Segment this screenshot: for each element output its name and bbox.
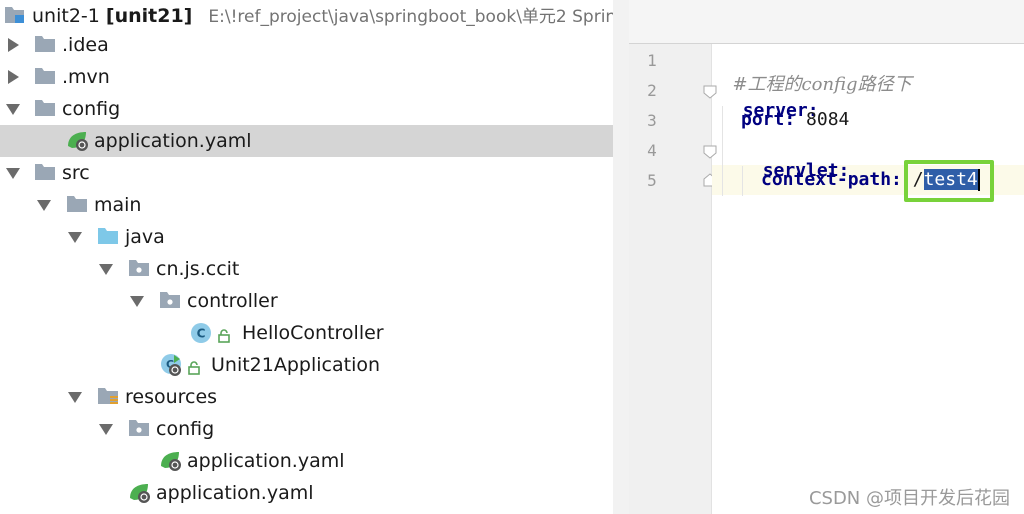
collapse-arrow-icon[interactable] bbox=[37, 200, 51, 211]
collapse-arrow-icon[interactable] bbox=[130, 296, 144, 307]
expand-arrow-icon[interactable] bbox=[8, 38, 19, 52]
collapse-arrow-icon[interactable] bbox=[6, 104, 20, 115]
package-icon bbox=[159, 291, 181, 314]
tree-item-resources-application-yaml[interactable]: application.yaml bbox=[0, 477, 613, 509]
tree-item-hello-controller[interactable]: C HelloController bbox=[0, 317, 613, 349]
tree-item-label: application.yaml bbox=[187, 450, 345, 472]
tree-item-src[interactable]: src bbox=[0, 157, 613, 189]
tree-item-resources-config[interactable]: config bbox=[0, 413, 613, 445]
editor-tab-bar bbox=[629, 0, 1024, 44]
class-icon: C bbox=[190, 322, 212, 349]
folder-icon bbox=[66, 195, 88, 218]
module-icon bbox=[4, 5, 26, 30]
line-number: 3 bbox=[647, 111, 657, 130]
tree-item-label: .mvn bbox=[62, 66, 110, 88]
line-number: 5 bbox=[647, 171, 657, 190]
package-icon bbox=[128, 419, 150, 442]
editor-gutter: 1 2 3 4 5 bbox=[629, 44, 712, 514]
module-name: [unit21] bbox=[105, 4, 193, 27]
fold-marker-icon[interactable] bbox=[703, 144, 717, 159]
watermark: CSDN @项目开发后花园 bbox=[808, 488, 1010, 509]
tree-item-java[interactable]: java bbox=[0, 221, 613, 253]
project-name: unit2-1 bbox=[32, 4, 100, 27]
project-path: E:\!ref_project\java\springboot_book\单元2… bbox=[208, 6, 613, 27]
tree-item-label: resources bbox=[125, 386, 218, 408]
tree-item-package-cn-js-ccit[interactable]: cn.js.ccit bbox=[0, 253, 613, 285]
tree-item-label: Unit21Application bbox=[211, 354, 381, 376]
collapse-arrow-icon[interactable] bbox=[6, 168, 20, 179]
yaml-value-port: 8084 bbox=[806, 109, 850, 130]
tree-item-label: main bbox=[94, 194, 142, 216]
tree-item-label: java bbox=[125, 226, 165, 248]
yaml-key-port: port: bbox=[741, 109, 796, 130]
spring-yaml-icon bbox=[128, 482, 152, 509]
spring-boot-class-icon: C bbox=[160, 353, 184, 382]
spring-yaml-icon bbox=[159, 450, 183, 477]
collapse-arrow-icon[interactable] bbox=[68, 232, 82, 243]
line-number: 1 bbox=[647, 51, 657, 70]
tree-item-idea[interactable]: .idea bbox=[0, 29, 613, 61]
folder-icon bbox=[34, 99, 56, 122]
tree-item-label: src bbox=[62, 162, 90, 184]
line-number: 4 bbox=[647, 141, 657, 160]
tree-item-application-yaml-selected[interactable]: application.yaml bbox=[0, 125, 613, 157]
panel-splitter[interactable] bbox=[613, 0, 630, 514]
folder-icon bbox=[34, 35, 56, 58]
svg-text:C: C bbox=[197, 327, 206, 341]
tree-item-label: config bbox=[62, 98, 121, 120]
project-root-row[interactable]: unit2-1 [unit21] E:\!ref_project\java\sp… bbox=[0, 0, 613, 30]
tree-item-main[interactable]: main bbox=[0, 189, 613, 221]
tree-item-label: .idea bbox=[62, 34, 109, 56]
fold-marker-icon[interactable] bbox=[703, 84, 717, 99]
collapse-arrow-icon[interactable] bbox=[99, 264, 113, 275]
collapse-arrow-icon[interactable] bbox=[99, 424, 113, 435]
tree-item-label: controller bbox=[187, 290, 278, 312]
tree-item-config[interactable]: config bbox=[0, 93, 613, 125]
spring-yaml-icon bbox=[66, 130, 90, 157]
collapse-arrow-icon[interactable] bbox=[68, 392, 82, 403]
tree-item-mvn[interactable]: .mvn bbox=[0, 61, 613, 93]
folder-icon bbox=[34, 163, 56, 186]
access-unlocked-icon bbox=[217, 326, 231, 348]
expand-arrow-icon[interactable] bbox=[8, 70, 19, 84]
tree-item-label: HelloController bbox=[242, 322, 384, 344]
tree-item-label: application.yaml bbox=[94, 130, 252, 152]
tree-item-label: cn.js.ccit bbox=[156, 258, 240, 280]
yaml-key-context-path: context-path: bbox=[761, 169, 902, 190]
tree-item-resources-config-application-yaml[interactable]: application.yaml bbox=[0, 445, 613, 477]
folder-icon bbox=[34, 67, 56, 90]
code-line-3[interactable]: port: 8084 bbox=[741, 109, 849, 130]
access-unlocked-icon bbox=[187, 358, 201, 380]
tree-item-label: application.yaml bbox=[156, 482, 314, 504]
source-folder-icon bbox=[97, 227, 119, 250]
tree-item-resources[interactable]: resources bbox=[0, 381, 613, 413]
package-icon bbox=[128, 259, 150, 282]
line-number: 2 bbox=[647, 81, 657, 100]
resources-folder-icon bbox=[97, 387, 119, 412]
annotation-highlight-box bbox=[904, 160, 994, 202]
project-tree: unit2-1 [unit21] E:\!ref_project\java\sp… bbox=[0, 0, 613, 514]
tree-item-label: config bbox=[156, 418, 215, 440]
tree-item-unit21-application[interactable]: C Unit21Application bbox=[0, 349, 613, 381]
tree-item-package-controller[interactable]: controller bbox=[0, 285, 613, 317]
